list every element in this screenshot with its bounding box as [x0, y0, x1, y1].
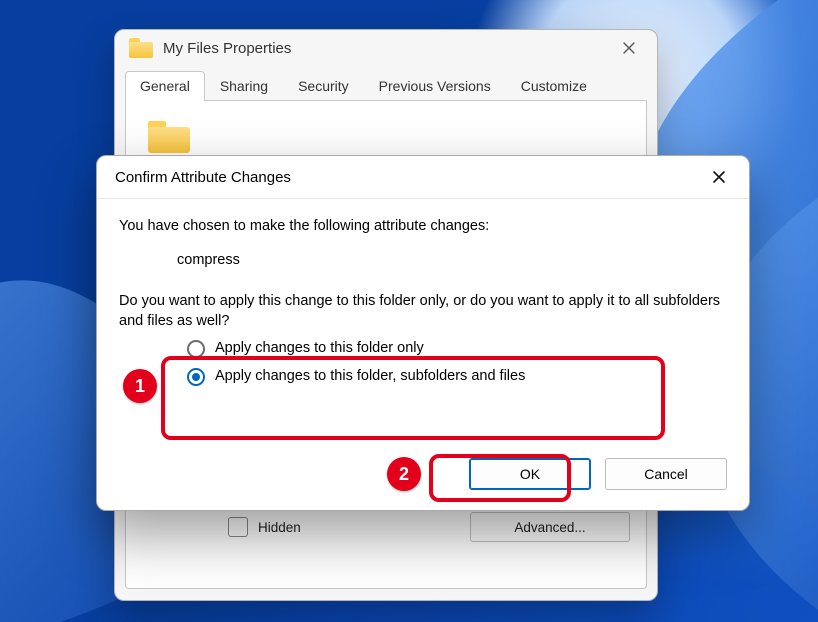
radio-label: Apply changes to this folder, subfolders…: [215, 367, 525, 387]
dialog-intro-text: You have chosen to make the following at…: [119, 217, 727, 237]
dialog-question-text: Do you want to apply this change to this…: [119, 292, 727, 331]
tab-security[interactable]: Security: [283, 71, 364, 101]
tab-customize[interactable]: Customize: [506, 71, 602, 101]
radio-option-folder-only[interactable]: Apply changes to this folder only: [187, 339, 727, 359]
close-icon[interactable]: [607, 34, 651, 62]
tab-previous-versions[interactable]: Previous Versions: [364, 71, 506, 101]
dialog-button-row: OK Cancel: [469, 458, 727, 490]
tab-general[interactable]: General: [125, 71, 205, 101]
cancel-button[interactable]: Cancel: [605, 458, 727, 490]
apply-scope-radio-group: Apply changes to this folder only Apply …: [187, 339, 727, 386]
advanced-button[interactable]: Advanced...: [470, 512, 630, 542]
properties-titlebar: My Files Properties: [115, 30, 657, 66]
dialog-titlebar: Confirm Attribute Changes: [97, 156, 749, 199]
ok-button[interactable]: OK: [469, 458, 591, 490]
confirm-attribute-changes-dialog: Confirm Attribute Changes You have chose…: [96, 155, 750, 511]
hidden-label: Hidden: [258, 520, 301, 535]
close-icon[interactable]: [697, 162, 741, 192]
radio-option-folder-subfolders-files[interactable]: Apply changes to this folder, subfolders…: [187, 367, 727, 387]
properties-tabstrip: General Sharing Security Previous Versio…: [125, 70, 647, 101]
folder-large-icon: [148, 121, 190, 153]
tab-sharing[interactable]: Sharing: [205, 71, 283, 101]
attribute-change-item: compress: [119, 237, 727, 293]
radio-icon: [187, 368, 205, 386]
radio-icon: [187, 340, 205, 358]
dialog-body: You have chosen to make the following at…: [97, 199, 749, 386]
folder-icon: [129, 38, 153, 58]
radio-label: Apply changes to this folder only: [215, 339, 424, 359]
properties-title: My Files Properties: [163, 40, 607, 57]
annotation-badge-2: 2: [387, 457, 421, 491]
dialog-title: Confirm Attribute Changes: [115, 169, 697, 186]
hidden-checkbox[interactable]: [228, 517, 248, 537]
